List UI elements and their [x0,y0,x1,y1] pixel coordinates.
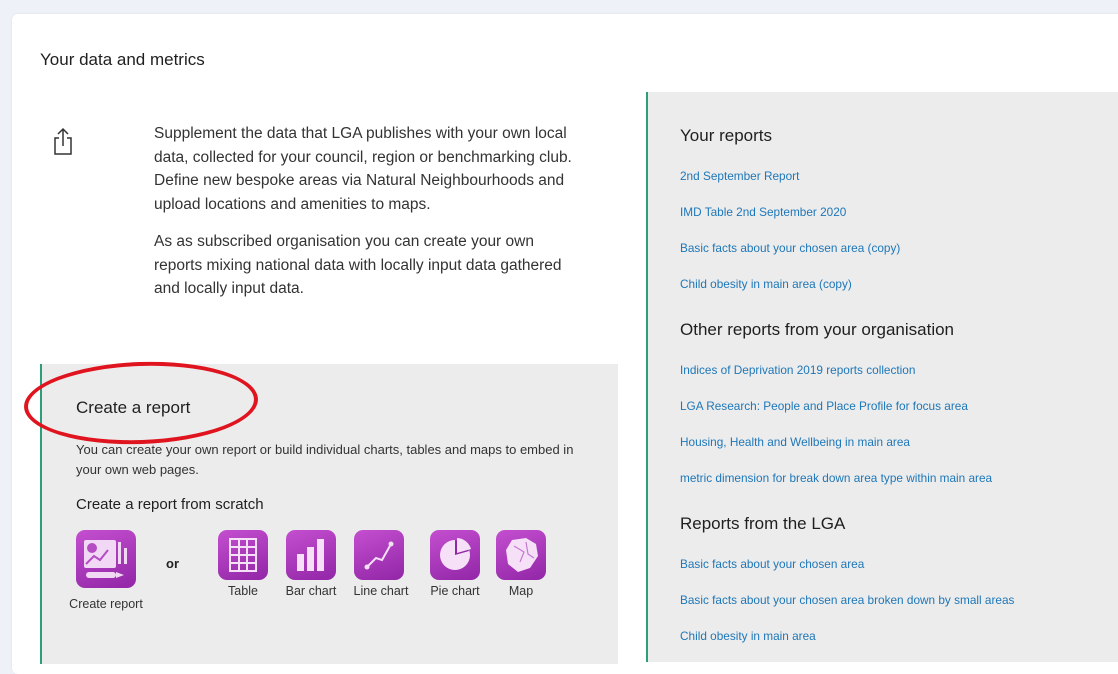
create-report-label: Create report [69,597,143,611]
lga-reports-heading: Reports from the LGA [680,514,846,533]
create-from-scratch-title: Create a report from scratch [76,496,264,513]
bar-chart-button[interactable] [286,530,336,580]
org-reports-heading: Other reports from your organisation [680,320,955,339]
report-link[interactable]: Indices of Deprivation 2019 reports coll… [680,363,915,377]
section-title: Your data and metrics [40,50,205,69]
bar-chart-label: Bar chart [285,584,337,598]
reports-panel: Your reports 2nd September Report IMD Ta… [646,92,1118,662]
report-link[interactable]: LGA Research: People and Place Profile f… [680,399,968,413]
report-link[interactable]: Basic facts about your chosen area broke… [680,593,1014,607]
upload-icon [54,127,72,155]
pie-chart-button[interactable] [430,530,480,580]
report-link[interactable]: Child obesity in main area [680,629,816,643]
line-chart-label: Line chart [353,584,409,598]
table-button[interactable] [218,530,268,580]
intro-text: Supplement the data that LGA publishes w… [154,122,584,315]
intro-paragraph-1: Supplement the data that LGA publishes w… [154,125,572,213]
create-report-button[interactable] [76,530,136,588]
table-icon [229,538,257,572]
report-link[interactable]: Basic facts about your chosen area (copy… [680,241,900,255]
line-chart-button[interactable] [354,530,404,580]
create-report-icon [84,540,127,578]
table-label: Table [228,584,258,598]
pie-chart-icon [440,538,471,570]
map-icon [506,538,538,572]
map-button[interactable] [496,530,546,580]
bar-chart-icon [297,539,324,571]
report-link[interactable]: Housing, Health and Wellbeing in main ar… [680,435,910,449]
create-report-description: You can create your own report or build … [76,442,574,477]
pie-chart-label: Pie chart [430,584,480,598]
map-label: Map [508,584,534,598]
report-link[interactable]: IMD Table 2nd September 2020 [680,205,846,219]
report-link[interactable]: Child obesity in main area (copy) [680,277,852,291]
report-link[interactable]: 2nd September Report [680,169,799,183]
your-reports-heading: Your reports [680,126,772,145]
intro-paragraph-2: As as subscribed organisation you can cr… [154,233,562,297]
report-link[interactable]: metric dimension for break down area typ… [680,471,992,485]
or-label: or [166,556,179,571]
line-chart-icon [364,541,394,570]
report-link[interactable]: Basic facts about your chosen area [680,557,864,571]
